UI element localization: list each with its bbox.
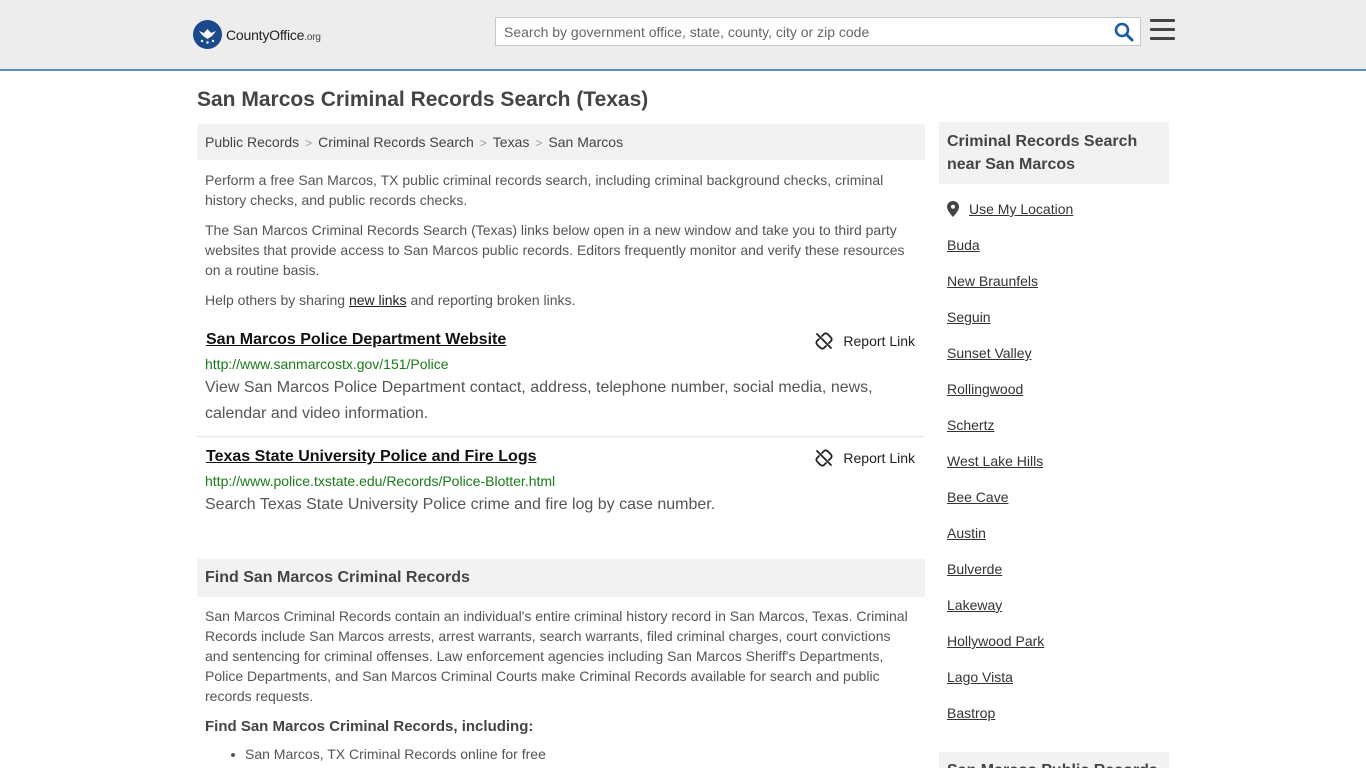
breadcrumb-texas[interactable]: Texas	[493, 134, 530, 150]
intro-p3-pre: Help others by sharing	[205, 292, 349, 308]
city-link[interactable]: Rollingwood	[947, 381, 1023, 397]
find-records-list: San Marcos, TX Criminal Records online f…	[231, 746, 546, 762]
site-logo[interactable]: CountyOffice.org	[193, 20, 321, 49]
page-title: San Marcos Criminal Records Search (Texa…	[197, 88, 649, 111]
logo-suffix: .org	[304, 31, 321, 43]
city-link[interactable]: Hollywood Park	[947, 633, 1044, 649]
eagle-seal-icon	[193, 20, 222, 49]
breadcrumb-criminal-records-search[interactable]: Criminal Records Search	[318, 134, 474, 150]
broken-link-icon	[815, 449, 833, 467]
breadcrumb: Public Records > Criminal Records Search > T…	[197, 124, 925, 160]
hamburger-menu-icon[interactable]	[1150, 19, 1176, 43]
list-item: San Marcos, TX Criminal Records online f…	[231, 746, 546, 762]
intro-paragraph-2: The San Marcos Criminal Records Search (…	[205, 222, 905, 278]
search-icon	[1114, 22, 1134, 42]
new-links-link[interactable]: new links	[349, 292, 407, 308]
use-location: Use My Location	[947, 201, 1073, 217]
find-records-header: Find San Marcos Criminal Records	[197, 559, 925, 597]
city-link[interactable]: Austin	[947, 525, 986, 541]
result-description: View San Marcos Police Department contac…	[205, 379, 873, 422]
list-item: Bulverde	[947, 561, 1044, 597]
list-item: Rollingwood	[947, 381, 1044, 417]
report-link-label: Report Link	[843, 450, 915, 466]
list-item: Austin	[947, 525, 1044, 561]
broken-link-icon	[815, 332, 833, 350]
report-link-button[interactable]: Report Link	[815, 332, 915, 350]
list-item: Hollywood Park	[947, 633, 1044, 669]
top-bar: CountyOffice.org	[0, 0, 1366, 71]
search-input[interactable]	[496, 18, 1096, 45]
intro-p3-post: and reporting broken links.	[406, 292, 576, 308]
city-link[interactable]: Sunset Valley	[947, 345, 1032, 361]
logo-name: CountyOffice	[226, 26, 305, 43]
result-url: http://www.police.txstate.edu/Records/Po…	[205, 473, 556, 489]
city-link[interactable]: Lago Vista	[947, 669, 1013, 685]
list-item: Sunset Valley	[947, 345, 1044, 381]
list-item: Bastrop	[947, 705, 1044, 741]
list-item: West Lake Hills	[947, 453, 1044, 489]
intro-paragraph-3: Help others by sharing new links and rep…	[205, 290, 917, 310]
city-link[interactable]: West Lake Hills	[947, 453, 1043, 469]
city-link[interactable]: Bulverde	[947, 561, 1002, 577]
result-title-link[interactable]: Texas State University Police and Fire L…	[206, 448, 536, 466]
city-link[interactable]: Lakeway	[947, 597, 1002, 613]
breadcrumb-separator: >	[305, 136, 313, 150]
report-link-button[interactable]: Report Link	[815, 449, 915, 467]
search-button[interactable]	[1114, 22, 1134, 42]
list-item: Schertz	[947, 417, 1044, 453]
breadcrumb-san-marcos[interactable]: San Marcos	[548, 134, 623, 150]
city-link[interactable]: Buda	[947, 237, 980, 253]
sidebar-header: Criminal Records Search near San Marcos	[939, 122, 1169, 184]
logo-text: CountyOffice.org	[226, 27, 321, 43]
report-link-label: Report Link	[843, 333, 915, 349]
result-url: http://www.sanmarcostx.gov/151/Police	[205, 356, 449, 372]
breadcrumb-public-records[interactable]: Public Records	[205, 134, 299, 150]
list-item: Bee Cave	[947, 489, 1044, 525]
result-description: Search Texas State University Police cri…	[205, 496, 716, 513]
map-pin-icon	[947, 201, 959, 217]
city-link[interactable]: New Braunfels	[947, 273, 1038, 289]
city-link[interactable]: Bastrop	[947, 705, 995, 721]
city-link[interactable]: Schertz	[947, 417, 994, 433]
list-item: Buda	[947, 237, 1044, 273]
city-link[interactable]: Bee Cave	[947, 489, 1008, 505]
nearby-cities-list: Buda New Braunfels Seguin Sunset Valley …	[947, 237, 1044, 741]
result-item: San Marcos Police Department Website Rep…	[197, 331, 925, 431]
intro-paragraph-1: Perform a free San Marcos, TX public cri…	[205, 172, 884, 208]
sidebar-header-public-records: San Marcos Public Records	[939, 752, 1169, 768]
result-item: Texas State University Police and Fire L…	[197, 448, 925, 518]
city-link[interactable]: Seguin	[947, 309, 991, 325]
list-item: Lakeway	[947, 597, 1044, 633]
find-records-text: San Marcos Criminal Records contain an i…	[205, 608, 908, 704]
breadcrumb-separator: >	[535, 136, 543, 150]
result-title-link[interactable]: San Marcos Police Department Website	[206, 331, 506, 349]
find-records-subheader: Find San Marcos Criminal Records, includ…	[205, 718, 534, 735]
list-item: Seguin	[947, 309, 1044, 345]
search-box	[495, 17, 1141, 46]
breadcrumb-separator: >	[479, 136, 487, 150]
list-item: Lago Vista	[947, 669, 1044, 705]
divider	[197, 436, 925, 437]
use-my-location-link[interactable]: Use My Location	[969, 201, 1073, 217]
list-item: New Braunfels	[947, 273, 1044, 309]
